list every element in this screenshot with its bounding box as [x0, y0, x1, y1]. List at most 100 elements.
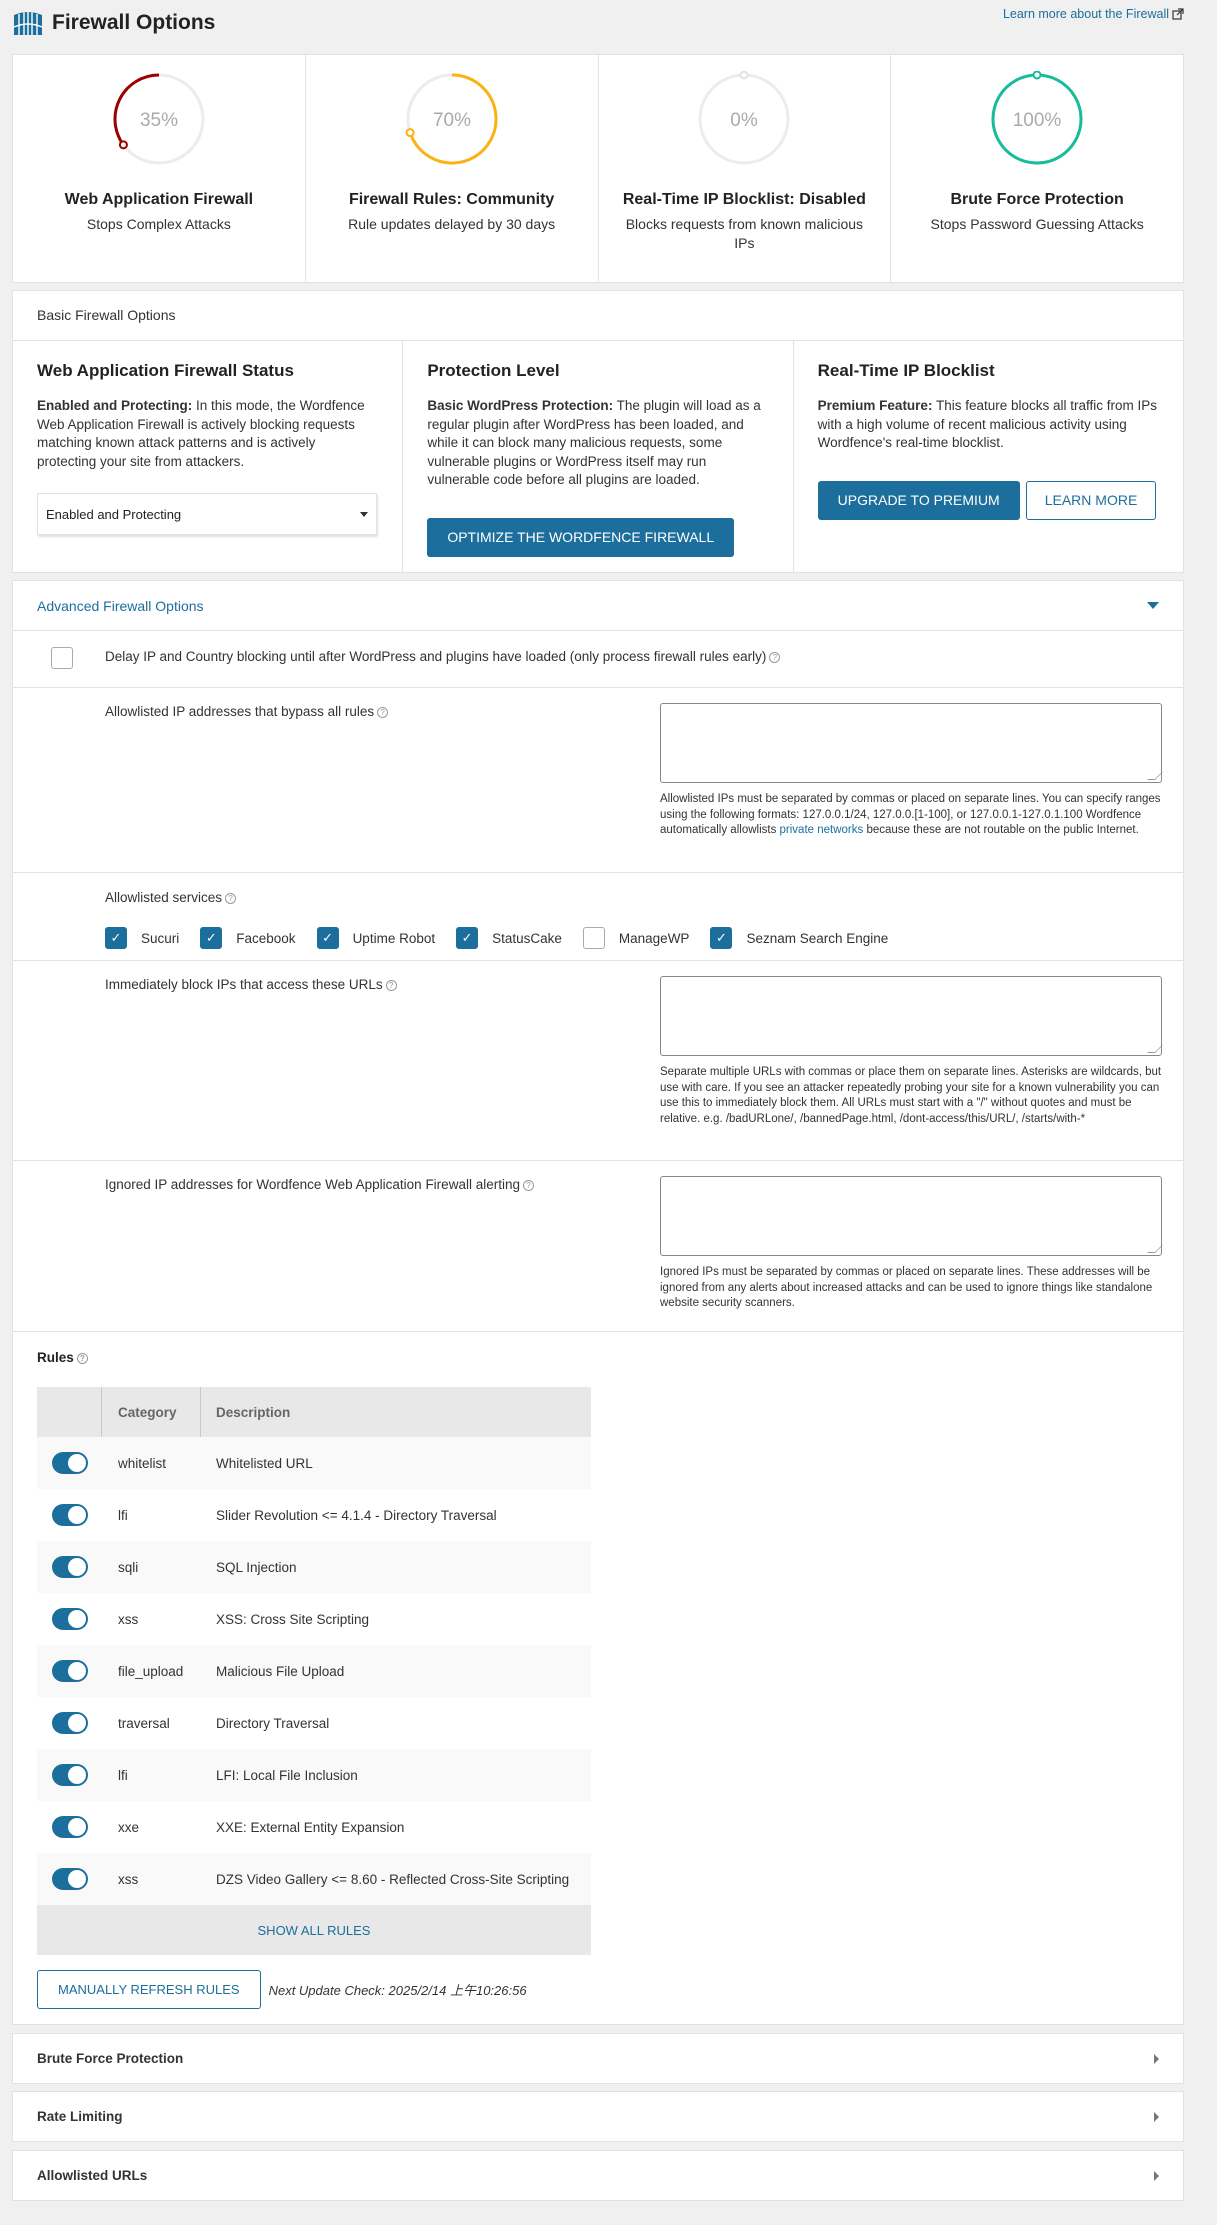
- delay-blocking-label: Delay IP and Country blocking until afte…: [105, 649, 781, 664]
- rule-enabled-toggle[interactable]: [52, 1452, 88, 1474]
- gauge-end-marker: [1032, 71, 1042, 80]
- rule-description: XXE: External Entity Expansion: [216, 1819, 405, 1835]
- upgrade-to-premium-button[interactable]: Upgrade to Premium: [817, 480, 1020, 520]
- show-all-rules-button[interactable]: Show All Rules: [37, 1905, 591, 1955]
- rule-category: whitelist: [118, 1455, 167, 1471]
- section-title: Brute Force Protection: [37, 2051, 184, 2066]
- service-label: StatusCake: [492, 930, 562, 946]
- rule-toggle-cell: [37, 1764, 102, 1786]
- service-option: ✓ Facebook: [200, 927, 296, 949]
- rule-enabled-toggle[interactable]: [52, 1556, 88, 1578]
- progress-ring-rules: 70%: [405, 73, 498, 165]
- gauge-title: Brute Force Protection: [950, 191, 1124, 208]
- rule-enabled-toggle[interactable]: [52, 1868, 88, 1890]
- next-update-check: Next Update Check: 2025/2/14 上午10:26:56: [268, 1983, 527, 1998]
- allowlisted-services-label: Allowlisted services?: [105, 890, 237, 905]
- manually-refresh-rules-button[interactable]: Manually Refresh Rules: [37, 1970, 261, 2009]
- gauge-subtitle: Rule updates delayed by 30 days: [348, 216, 556, 232]
- progress-ring-waf: 35%: [113, 73, 205, 165]
- rules-table-header: Category Description: [37, 1387, 591, 1437]
- help-icon[interactable]: ?: [377, 707, 389, 718]
- rule-enabled-toggle[interactable]: [52, 1816, 88, 1838]
- learn-more-button[interactable]: Learn More: [1025, 480, 1157, 520]
- protection-level-column: Protection Level Basic WordPress Protect…: [403, 341, 794, 573]
- rule-category: sqli: [118, 1559, 139, 1575]
- service-checkbox[interactable]: ✓: [200, 927, 223, 949]
- rule-toggle-cell: [37, 1660, 102, 1682]
- expand-triangle-icon[interactable]: [1154, 2053, 1159, 2064]
- gauge-firewall-rules: 70% Firewall Rules: Community Rule updat…: [306, 55, 599, 282]
- blocklist-bold: Premium Feature:: [817, 398, 933, 413]
- allowlisted-services-text: Allowlisted services: [105, 890, 223, 905]
- progress-ring-brute-force: 100%: [991, 71, 1083, 165]
- refresh-rules-row: Manually Refresh Rules Next Update Check…: [37, 1970, 527, 2009]
- rule-category: xss: [118, 1611, 139, 1627]
- ignored-ips-option: Ignored IP addresses for Wordfence Web A…: [13, 1161, 1183, 1332]
- protection-bold: Basic WordPress Protection:: [427, 398, 614, 413]
- gauge-ip-blocklist: 0% Real-Time IP Blocklist: Disabled Bloc…: [599, 55, 892, 282]
- rule-enabled-toggle[interactable]: [52, 1660, 88, 1682]
- block-urls-textarea[interactable]: [660, 976, 1162, 1056]
- help-icon[interactable]: ?: [225, 893, 237, 904]
- delay-blocking-option: Delay IP and Country blocking until afte…: [13, 631, 1183, 688]
- rule-row: traversal Directory Traversal: [37, 1697, 591, 1749]
- private-networks-link[interactable]: private networks: [780, 824, 864, 836]
- service-label: Seznam Search Engine: [746, 930, 889, 946]
- collapse-triangle-icon[interactable]: [1147, 602, 1159, 609]
- service-checkbox[interactable]: ✓: [316, 927, 339, 949]
- rule-enabled-toggle[interactable]: [52, 1504, 88, 1526]
- rule-row: lfi LFI: Local File Inclusion: [37, 1749, 591, 1801]
- service-checkbox[interactable]: ✓: [105, 927, 127, 949]
- brute-force-protection-section[interactable]: Brute Force Protection: [12, 2033, 1184, 2084]
- allowlisted-ips-label: Allowlisted IP addresses that bypass all…: [105, 704, 389, 719]
- allowlisted-ips-textarea[interactable]: [660, 703, 1162, 783]
- help-icon[interactable]: ?: [385, 980, 397, 991]
- gauge-brute-force: 100% Brute Force Protection Stops Passwo…: [891, 55, 1183, 282]
- ignored-ips-label: Ignored IP addresses for Wordfence Web A…: [105, 1177, 534, 1192]
- rule-enabled-toggle[interactable]: [52, 1608, 88, 1630]
- rate-limiting-section[interactable]: Rate Limiting: [12, 2091, 1184, 2142]
- basic-firewall-options-panel: Basic Firewall Options Web Application F…: [12, 290, 1184, 573]
- help-icon[interactable]: ?: [769, 652, 781, 663]
- help-icon[interactable]: ?: [522, 1180, 534, 1191]
- rule-category: lfi: [118, 1767, 128, 1783]
- allowlisted-ips-option: Allowlisted IP addresses that bypass all…: [13, 688, 1183, 873]
- service-checkbox[interactable]: ✓: [710, 927, 733, 949]
- rule-enabled-toggle[interactable]: [52, 1764, 88, 1786]
- advanced-options-header[interactable]: Advanced Firewall Options: [13, 581, 1183, 631]
- allowlisted-urls-section[interactable]: Allowlisted URLs: [12, 2150, 1184, 2201]
- learn-more-firewall-link[interactable]: Learn more about the Firewall: [1003, 7, 1184, 21]
- rule-toggle-cell: [37, 1608, 102, 1630]
- section-title: Rate Limiting: [37, 2109, 123, 2124]
- rule-enabled-toggle[interactable]: [52, 1712, 88, 1734]
- ignored-ips-textarea[interactable]: [660, 1176, 1162, 1256]
- delay-blocking-checkbox[interactable]: [51, 647, 73, 669]
- expand-triangle-icon[interactable]: [1154, 2111, 1159, 2122]
- gauge-percent-label: 100%: [1013, 110, 1062, 131]
- column-header-description: Description: [216, 1404, 291, 1420]
- gauge-waf: 35% Web Application Firewall Stops Compl…: [13, 55, 306, 282]
- gauge-percent-label: 35%: [140, 110, 178, 131]
- allowlisted-ips-hint: Allowlisted IPs must be separated by com…: [660, 792, 1162, 839]
- service-option: ✓ Seznam Search Engine: [710, 927, 888, 949]
- protection-level-description: Basic WordPress Protection: The plugin w…: [427, 397, 768, 490]
- service-checkbox[interactable]: ✓: [456, 927, 479, 949]
- rule-description: DZS Video Gallery <= 8.60 - Reflected Cr…: [216, 1871, 570, 1887]
- allowlisted-ips-text: Allowlisted IP addresses that bypass all…: [105, 704, 375, 719]
- caret-down-icon: [360, 511, 368, 517]
- service-option: ManageWP: [582, 927, 689, 949]
- rules-title-text: Rules: [37, 1350, 74, 1365]
- expand-triangle-icon[interactable]: [1154, 2170, 1159, 2181]
- waf-status-select[interactable]: Enabled and Protecting: [37, 493, 377, 535]
- service-option: ✓ StatusCake: [456, 927, 562, 949]
- service-checkbox[interactable]: [582, 927, 605, 949]
- waf-status-bold: Enabled and Protecting:: [37, 398, 193, 413]
- gauge-title: Firewall Rules: Community: [348, 191, 555, 208]
- rule-category: lfi: [118, 1507, 128, 1523]
- optimize-firewall-button[interactable]: Optimize the Wordfence Firewall: [427, 517, 735, 557]
- ignored-ips-text: Ignored IP addresses for Wordfence Web A…: [105, 1177, 520, 1192]
- rule-category: file_upload: [118, 1663, 184, 1679]
- waf-status-select-value: Enabled and Protecting: [46, 506, 182, 522]
- help-icon[interactable]: ?: [76, 1353, 88, 1364]
- wordfence-logo-icon: [13, 12, 43, 35]
